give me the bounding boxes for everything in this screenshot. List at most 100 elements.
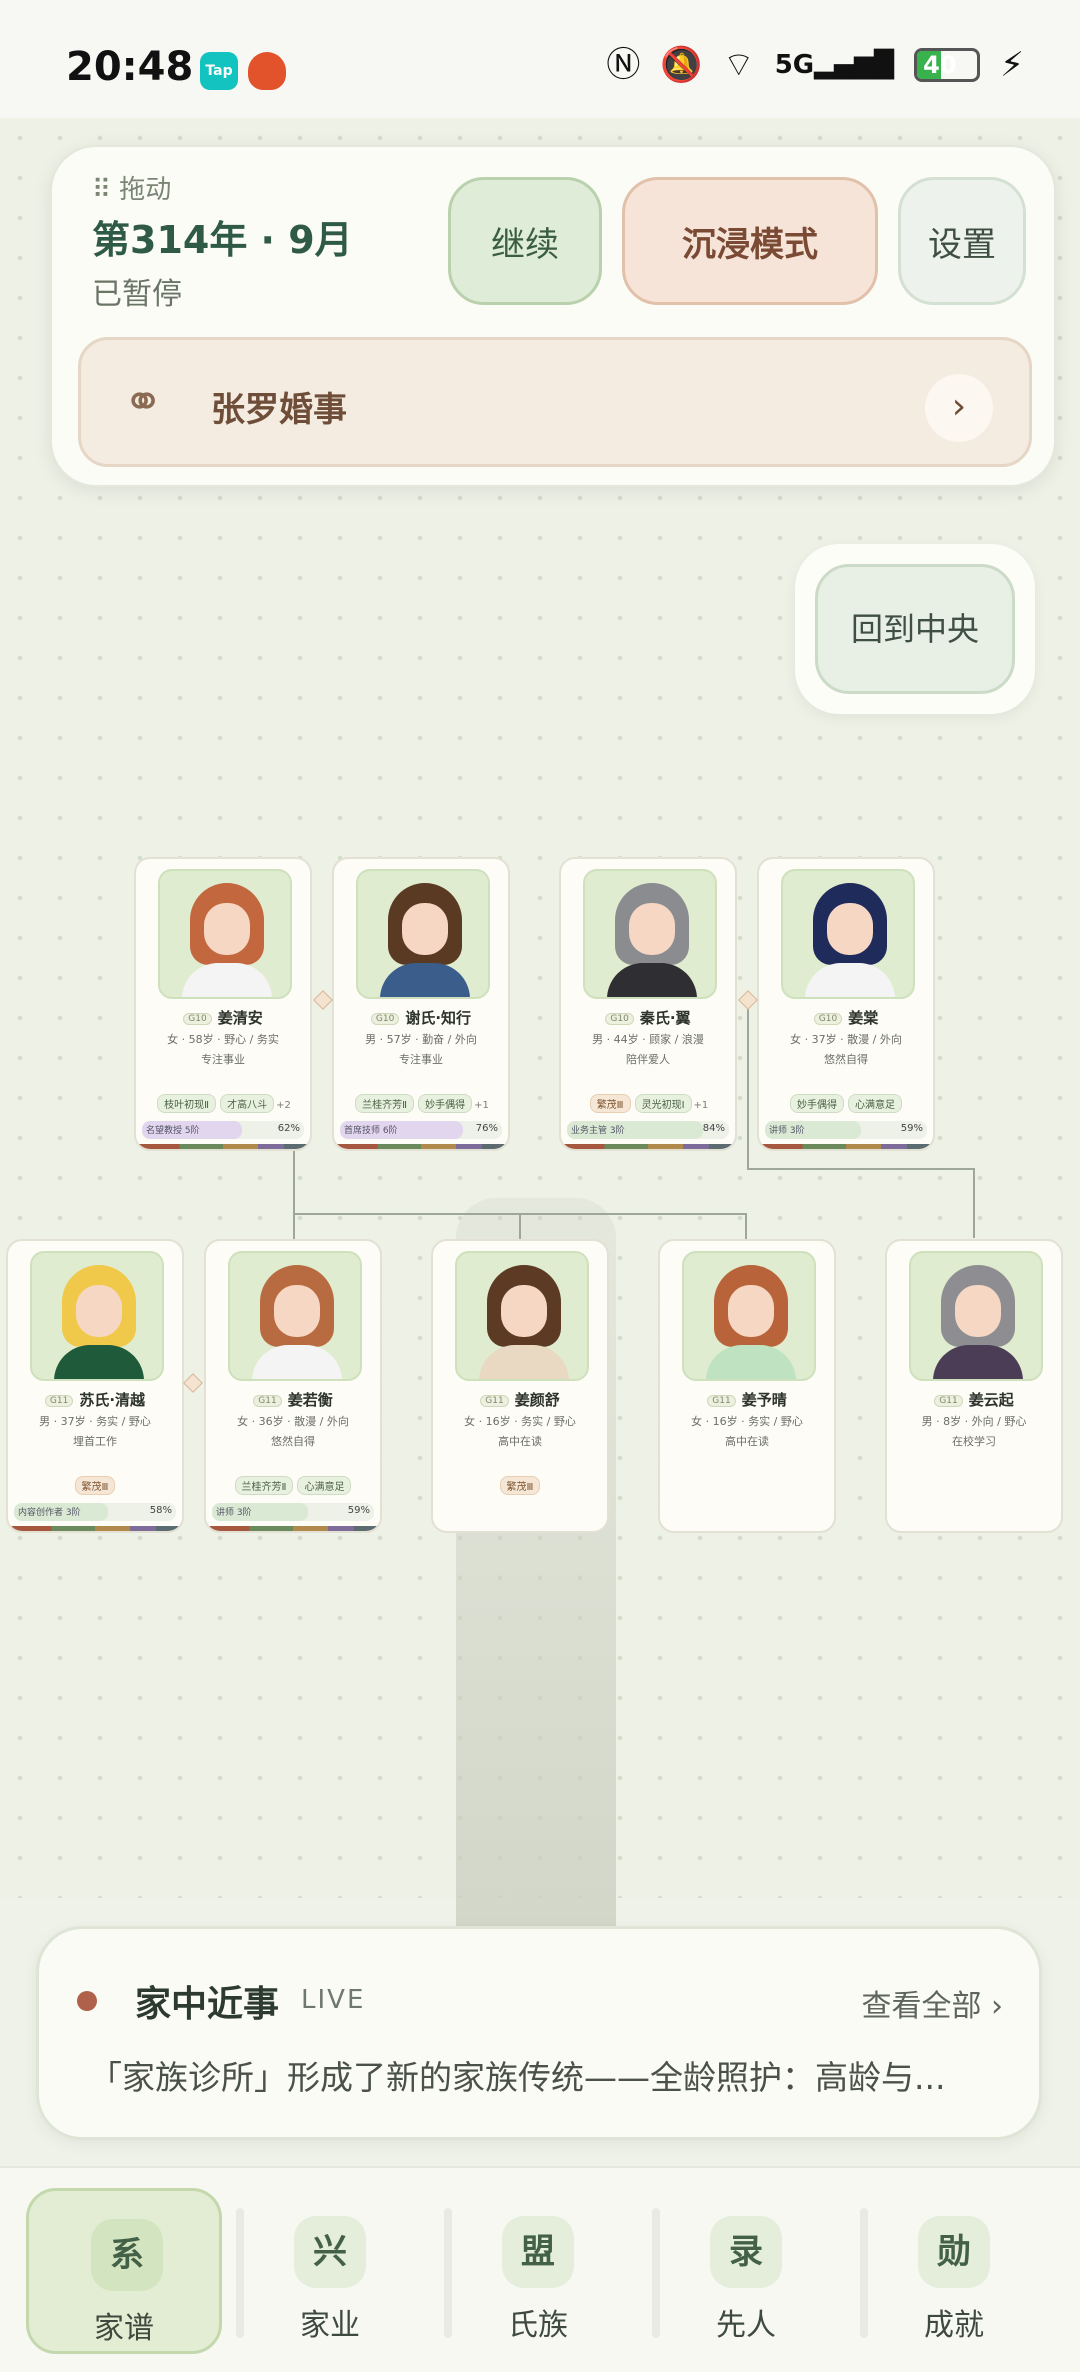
trait-tag: 灵光初现Ⅰ [634, 1094, 692, 1113]
connector-line [293, 1145, 295, 1213]
career-label: 讲师 3阶 [216, 1508, 252, 1518]
achievements-icon: 勋 [918, 2216, 990, 2288]
generation-badge: G10 [813, 1012, 843, 1025]
tab-ancestors[interactable]: 录 先人 [648, 2188, 844, 2354]
person-name: G10 谢氏·知行 [334, 1007, 508, 1028]
portrait-avatar [909, 1251, 1043, 1381]
person-status: 高中在读 [725, 1435, 769, 1448]
trait-tags: 繁茂Ⅲ [8, 1476, 182, 1495]
tab-achievements[interactable]: 勋 成就 [856, 2188, 1052, 2354]
person-status: 专注事业 [201, 1053, 245, 1066]
person-name: G10 秦氏·翼 [561, 1007, 735, 1028]
wifi-icon: ⌔ [722, 45, 755, 85]
person-name: G11 姜颜舒 [433, 1389, 607, 1410]
person-status: 在校学习 [952, 1435, 996, 1448]
portrait-avatar [781, 869, 915, 999]
family-news-panel[interactable]: 家中近事 LIVE 查看全部 › 「家族诊所」形成了新的家族传统——全龄照护：高… [36, 1926, 1042, 2140]
person-status: 埋首工作 [73, 1435, 117, 1448]
generation-badge: G11 [253, 1394, 282, 1407]
connector-line [519, 1213, 521, 1239]
person-card[interactable]: G11 姜若衡女 · 36岁 · 散漫 / 外向 悠然自得 兰桂齐芳Ⅱ 心满意足 讲师 3… [204, 1239, 382, 1533]
immersive-mode-button[interactable]: 沉浸模式 [622, 177, 878, 305]
trait-tags: 兰桂齐芳Ⅱ 心满意足 [206, 1476, 380, 1495]
person-card[interactable]: G10 谢氏·知行男 · 57岁 · 勤奋 / 外向 专注事业 兰桂齐芳Ⅱ 妙手偶得 +1… [332, 857, 510, 1151]
person-name-text: 姜予晴 [741, 1391, 787, 1409]
color-stripe [8, 1526, 182, 1531]
signal-5g-icon: 5G▂▄▆█ [774, 50, 895, 80]
person-card[interactable]: G10 姜棠女 · 37岁 · 散漫 / 外向 悠然自得 妙手偶得 心满意足 讲师 3阶 5… [757, 857, 935, 1151]
drag-handle[interactable]: ⠿ 拖动 [92, 169, 171, 206]
portrait-avatar [30, 1251, 164, 1381]
person-info: 女 · 16岁 · 务实 / 野心 [464, 1415, 576, 1428]
person-status: 悠然自得 [271, 1435, 315, 1448]
nfc-icon: Ⓝ [606, 45, 641, 85]
portrait-face [204, 903, 250, 955]
trait-tag: 枝叶初现Ⅱ [157, 1094, 217, 1113]
connector-line [745, 1213, 747, 1239]
person-card[interactable]: G11 姜予晴女 · 16岁 · 务实 / 野心 高中在读 [658, 1239, 836, 1533]
portrait-body [933, 1345, 1023, 1379]
career-label: 内容创作者 3阶 [18, 1508, 81, 1518]
rings-icon: ⚭ [123, 374, 164, 430]
person-name-text: 姜若衡 [287, 1391, 333, 1409]
tab-label: 先人 [716, 2308, 776, 2343]
portrait-body [182, 963, 272, 997]
portrait-body [54, 1345, 144, 1379]
tap-app-icon: Tap [200, 52, 238, 90]
career-percent: 84% [702, 1123, 725, 1134]
person-info: 女 · 37岁 · 散漫 / 外向 [790, 1033, 902, 1046]
portrait-body [479, 1345, 569, 1379]
career-percent: 62% [277, 1123, 300, 1134]
generation-badge: G11 [934, 1394, 963, 1407]
person-card[interactable]: G11 姜颜舒女 · 16岁 · 务实 / 野心 高中在读 繁茂Ⅲ [431, 1239, 609, 1533]
chevron-right-icon[interactable]: › [925, 374, 993, 442]
person-name-text: 苏氏·清越 [79, 1391, 146, 1409]
trait-tag: 繁茂Ⅲ [74, 1476, 116, 1495]
recenter-button[interactable]: 回到中央 [815, 564, 1015, 694]
career-label: 业务主管 3阶 [571, 1126, 625, 1136]
color-stripe [136, 1144, 310, 1149]
connector-line [973, 1168, 975, 1238]
person-info: 女 · 16岁 · 务实 / 野心 [691, 1415, 803, 1428]
connector-line [747, 1000, 749, 1170]
generation-badge: G11 [480, 1394, 509, 1407]
person-card[interactable]: G11 苏氏·清越男 · 37岁 · 务实 / 野心 埋首工作 繁茂Ⅲ 内容创作者 3阶… [6, 1239, 184, 1533]
person-card[interactable]: G10 秦氏·翼男 · 44岁 · 顾家 / 浪漫 陪伴爱人 繁茂Ⅲ 灵光初现Ⅰ +1 业务… [559, 857, 737, 1151]
portrait-face [76, 1285, 122, 1337]
arrange-marriage-bar[interactable]: ⚭ 张罗婚事 › [78, 337, 1032, 467]
charging-icon: ⚡ [1000, 45, 1024, 85]
tab-clan[interactable]: 盟 氏族 [440, 2188, 636, 2354]
person-card[interactable]: G10 姜清安女 · 58岁 · 野心 / 务实 专注事业 枝叶初现Ⅱ 才高八斗 +2 名望… [134, 857, 312, 1151]
career-progress-bar: 讲师 3阶 59% [765, 1121, 927, 1139]
bottom-nav: 系 家谱 兴 家业 盟 氏族 录 先人 勋 成就 [0, 2166, 1080, 2372]
connector-line [293, 1213, 295, 1239]
family-tree-icon: 系 [91, 2219, 163, 2291]
portrait-body [805, 963, 895, 997]
news-text: 「家族诊所」形成了新的家族传统——全龄照护：高龄与... [89, 2058, 946, 2097]
game-state: 已暂停 [92, 277, 182, 312]
trait-tag: 心满意足 [848, 1094, 902, 1113]
generation-badge: G11 [44, 1394, 74, 1407]
tab-family-business[interactable]: 兴 家业 [232, 2188, 428, 2354]
connector-line [747, 1168, 973, 1170]
live-badge: LIVE [301, 1985, 366, 2015]
trait-tag: 繁茂Ⅲ [589, 1094, 631, 1113]
person-card[interactable]: G11 姜云起男 · 8岁 · 外向 / 野心 在校学习 [885, 1239, 1063, 1533]
person-name: G10 姜清安 [136, 1007, 310, 1028]
portrait-body [380, 963, 470, 997]
color-stripe [561, 1144, 735, 1149]
person-name-text: 谢氏·知行 [405, 1009, 472, 1027]
person-status: 陪伴爱人 [626, 1053, 670, 1066]
portrait-face [501, 1285, 547, 1337]
recenter-panel: 回到中央 [795, 544, 1035, 714]
generation-badge: G10 [605, 1012, 634, 1025]
top-control-panel: ⠿ 拖动 第314年 · 9月 已暂停 继续 沉浸模式 设置 ⚭ 张罗婚事 › [50, 145, 1056, 487]
person-name-text: 姜棠 [848, 1009, 879, 1027]
view-all-link[interactable]: 查看全部 › [861, 1981, 1003, 2025]
tab-family-tree[interactable]: 系 家谱 [26, 2188, 222, 2354]
generation-badge: G10 [370, 1012, 400, 1025]
settings-button[interactable]: 设置 [898, 177, 1026, 305]
continue-button[interactable]: 继续 [448, 177, 602, 305]
live-dot-icon [77, 1991, 97, 2011]
tab-label: 氏族 [508, 2308, 568, 2343]
